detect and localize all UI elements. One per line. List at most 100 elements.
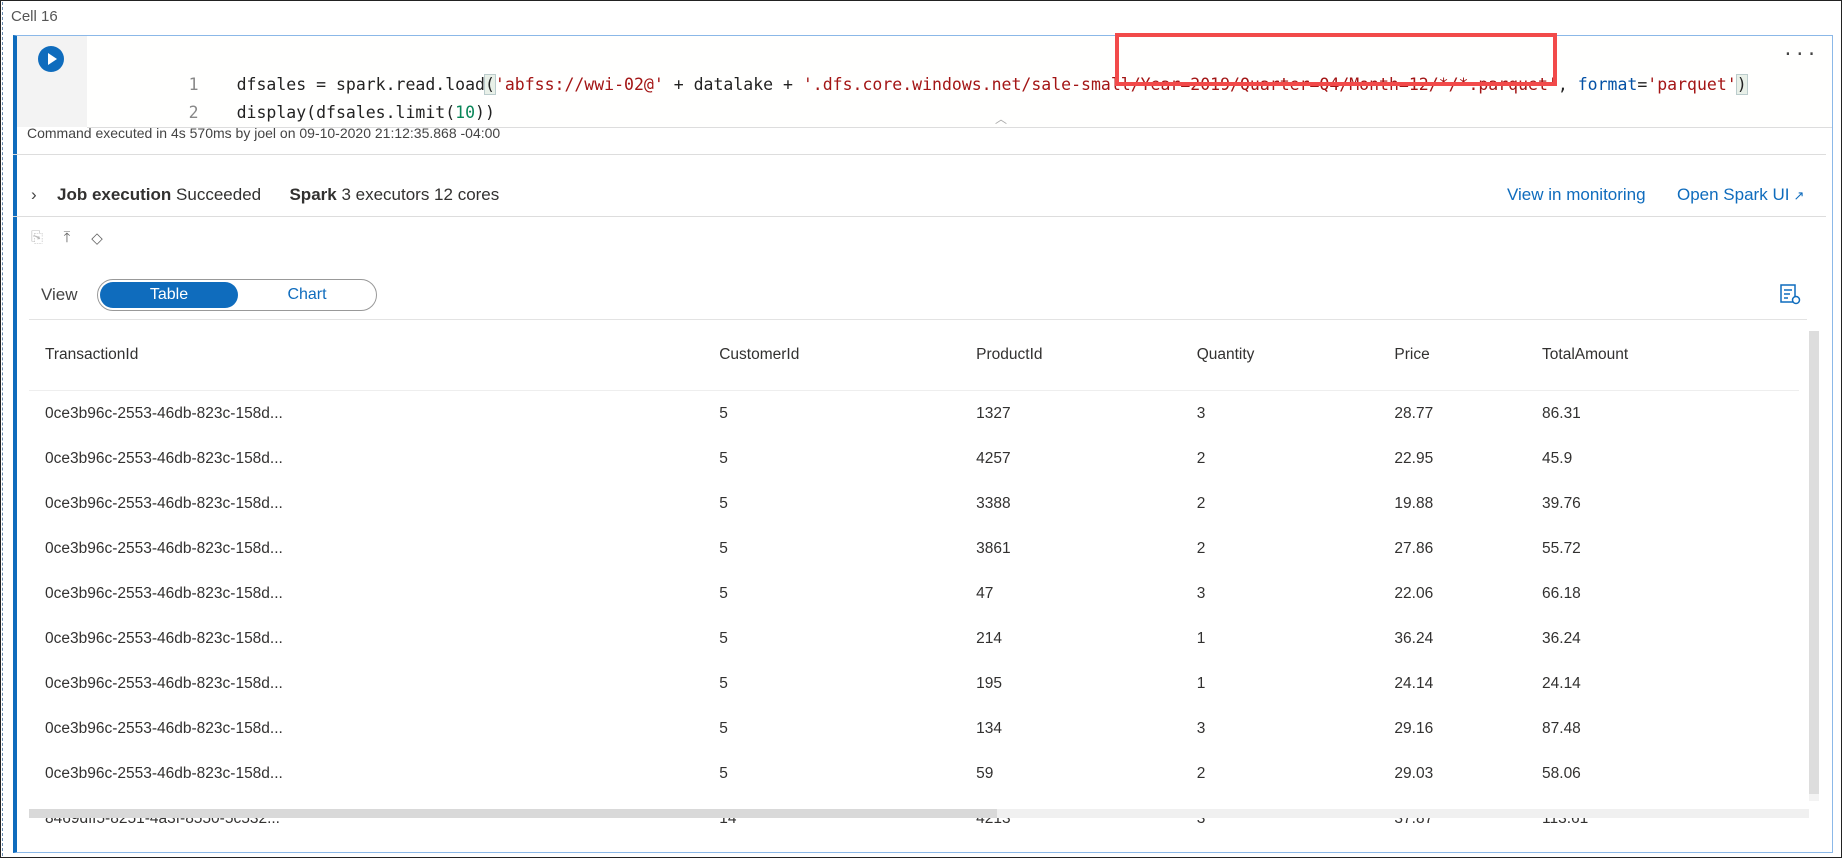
code-token: , (1557, 75, 1578, 94)
horizontal-scroll-thumb[interactable] (29, 809, 997, 818)
table-cell: 47 (976, 584, 994, 602)
code-string: '.dfs.core.windows.net/sale-small/Year=2… (802, 75, 1558, 94)
table-cell: 3 (1196, 584, 1206, 602)
table-cell: 2 (1196, 764, 1206, 782)
clear-output-icon[interactable]: ◇ (87, 229, 107, 251)
code-keyword: format (1577, 75, 1638, 94)
table-cell: 195 (976, 674, 1003, 692)
table-cell: 55.72 (1542, 539, 1581, 557)
table-cell: 8469dff5-8251-4a3f-8550-5c532... (45, 809, 280, 827)
table-cell: 86.31 (1542, 404, 1581, 422)
table-cell: 0ce3b96c-2553-46db-823c-158d... (45, 584, 283, 602)
column-header[interactable]: CustomerId (703, 320, 961, 391)
table-cell: 2 (1196, 494, 1206, 512)
cell-label: Cell 16 (11, 8, 58, 25)
table-cell: 3 (1196, 809, 1206, 827)
table-row: 0ce3b96c-2553-46db-823c-158d... 5 59 2 29.03… (29, 751, 1799, 796)
code-token: + datalake + (663, 75, 803, 94)
code-string: 'abfss://wwi-02@' (494, 75, 664, 94)
job-status-value: Succeeded (176, 185, 262, 204)
job-execution-label: Job execution (57, 185, 172, 204)
table-cell: 27.86 (1394, 539, 1434, 557)
table-cell: 5 (719, 494, 728, 512)
table-row: 0ce3b96c-2553-46db-823c-158d... 5 47 3 22.06… (29, 571, 1799, 616)
view-toggle: Table Chart (97, 279, 377, 311)
table-row: 8469dff5-8251-4a3f-8550-5c532... 14 4213 3 3… (29, 796, 1799, 841)
table-cell: 29.03 (1394, 764, 1434, 782)
run-cell-button[interactable] (38, 46, 64, 72)
view-chart-option[interactable]: Chart (238, 282, 376, 308)
table-cell: 113.61 (1542, 809, 1589, 827)
table-cell: 37.87 (1394, 809, 1434, 827)
table-cell: 5 (719, 764, 728, 782)
open-spark-ui-link[interactable]: Open Spark UI ↗ (1677, 173, 1804, 218)
column-header[interactable]: TransactionId (29, 320, 704, 391)
table-cell: 3 (1196, 719, 1206, 737)
table-cell: 5 (719, 404, 728, 422)
table-cell: 0ce3b96c-2553-46db-823c-158d... (45, 674, 283, 692)
export-icon[interactable]: ⤒ (57, 229, 77, 251)
table-row: 0ce3b96c-2553-46db-823c-158d... 5 214 1 36.2… (29, 616, 1799, 661)
view-table-option[interactable]: Table (100, 282, 238, 308)
job-execution-bar: › Job execution Succeeded Spark 3 execut… (13, 173, 1826, 217)
table-cell: 24.14 (1394, 674, 1434, 692)
table-cell: 58.06 (1542, 764, 1581, 782)
table-row: 0ce3b96c-2553-46db-823c-158d... 5 3388 2 19.… (29, 481, 1799, 526)
spark-label: Spark (289, 185, 337, 204)
table-cell: 36.24 (1394, 629, 1434, 647)
view-label: View (41, 285, 78, 304)
table-settings-icon[interactable] (1779, 283, 1801, 305)
command-status: Command executed in 4s 570ms by joel on … (13, 111, 1826, 155)
table-cell: 0ce3b96c-2553-46db-823c-158d... (45, 404, 283, 422)
code-token: = (1637, 75, 1648, 94)
table-row: 0ce3b96c-2553-46db-823c-158d... 5 1327 3 28.… (29, 391, 1799, 437)
vertical-scroll-thumb[interactable] (1809, 331, 1819, 794)
code-token: ) (1735, 74, 1748, 95)
table-cell: 36.24 (1542, 629, 1581, 647)
table-cell: 39.76 (1542, 494, 1581, 512)
table-cell: 4257 (976, 449, 1011, 467)
more-options-button[interactable]: ··· (1782, 44, 1818, 65)
results-table-container: TransactionId CustomerId ProductId Quant… (29, 319, 1807, 827)
table-cell: 0ce3b96c-2553-46db-823c-158d... (45, 449, 283, 467)
table-row: 0ce3b96c-2553-46db-823c-158d... 5 134 3 29.1… (29, 706, 1799, 751)
table-cell: 45.9 (1542, 449, 1573, 467)
column-header[interactable]: ProductId (960, 320, 1181, 391)
copy-icon[interactable]: ⎘ (27, 229, 47, 251)
table-cell: 22.95 (1394, 449, 1434, 467)
table-cell: 1327 (976, 404, 1011, 422)
table-row: 0ce3b96c-2553-46db-823c-158d... 5 3861 2 27.… (29, 526, 1799, 571)
chevron-right-icon[interactable]: › (31, 173, 37, 217)
spark-detail: 3 executors 12 cores (341, 185, 500, 204)
table-cell: 0ce3b96c-2553-46db-823c-158d... (45, 539, 283, 557)
table-cell: 4213 (976, 809, 1011, 827)
column-header[interactable]: TotalAmount (1526, 320, 1799, 391)
column-header[interactable]: Quantity (1180, 320, 1379, 391)
table-cell: 19.88 (1394, 494, 1434, 512)
table-cell: 2 (1196, 539, 1206, 557)
horizontal-scrollbar[interactable] (29, 809, 1809, 818)
table-cell: 87.48 (1542, 719, 1581, 737)
vertical-scrollbar[interactable] (1809, 331, 1819, 801)
table-cell: 0ce3b96c-2553-46db-823c-158d... (45, 719, 283, 737)
table-cell: 0ce3b96c-2553-46db-823c-158d... (45, 494, 283, 512)
table-cell: 2 (1196, 449, 1206, 467)
view-in-monitoring-link[interactable]: View in monitoring (1507, 173, 1646, 217)
table-cell: 24.14 (1542, 674, 1581, 692)
table-cell: 5 (719, 539, 728, 557)
code-string: 'parquet' (1647, 75, 1737, 94)
table-cell: 5 (719, 449, 728, 467)
external-link-icon: ↗ (1793, 188, 1805, 203)
job-status: Job execution Succeeded Spark 3 executor… (57, 173, 499, 217)
table-row: 0ce3b96c-2553-46db-823c-158d... 5 4257 2 22.… (29, 436, 1799, 481)
table-cell: 1 (1196, 629, 1206, 647)
table-cell: 14 (719, 809, 737, 827)
table-cell: 214 (976, 629, 1003, 647)
results-table: TransactionId CustomerId ProductId Quant… (29, 320, 1799, 841)
table-cell: 134 (976, 719, 1003, 737)
table-header-row: TransactionId CustomerId ProductId Quant… (29, 320, 1799, 391)
column-header[interactable]: Price (1378, 320, 1527, 391)
table-cell: 3861 (976, 539, 1011, 557)
table-cell: 5 (719, 674, 728, 692)
code-line: 2 display(dfsales.limit(10)) (87, 74, 495, 122)
